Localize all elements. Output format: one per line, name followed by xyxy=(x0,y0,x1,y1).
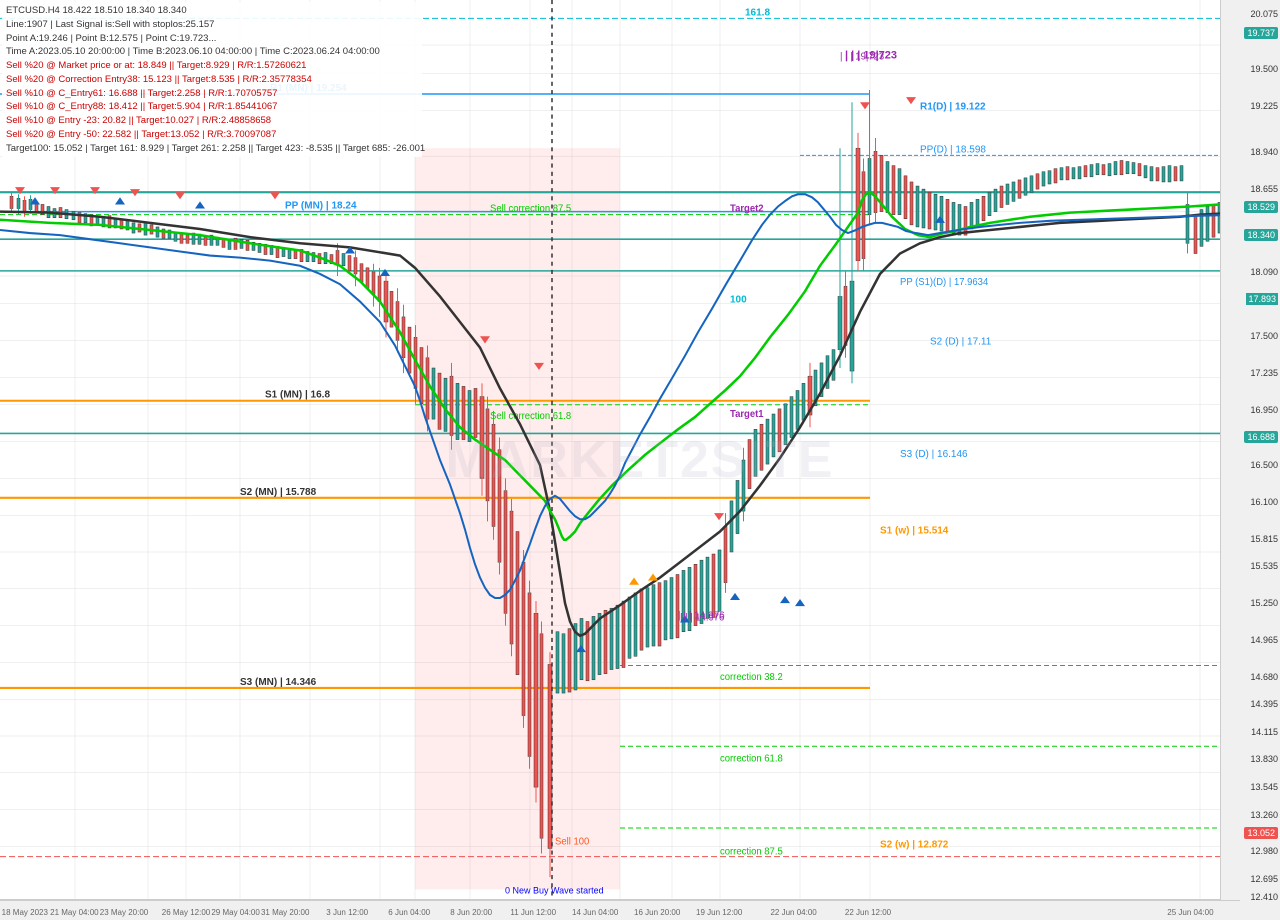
time-label-16: 25 Jun 04:00 xyxy=(1167,908,1213,917)
sell-line2: Sell %20 @ Correction Entry38: 15.123 ||… xyxy=(6,73,418,87)
price-19500: 19.500 xyxy=(1250,64,1278,74)
price-12410: 12.410 xyxy=(1250,892,1278,902)
price-14680: 14.680 xyxy=(1250,672,1278,682)
price-16688: 16.688 xyxy=(1244,432,1278,442)
sell-line4: Sell %10 @ C_Entry88: 18.412 || Target:5… xyxy=(6,100,418,114)
sell-line1: Sell %20 @ Market price or at: 18.849 ||… xyxy=(6,59,418,73)
info-panel: ETCUSD.H4 18.422 18.510 18.340 18.340 Li… xyxy=(2,2,422,157)
target-line: Target100: 15.052 | Target 161: 8.929 | … xyxy=(6,142,418,156)
price-17893: 17.893 xyxy=(1246,294,1278,304)
svg-text:S2 (MN) | 15.788: S2 (MN) | 15.788 xyxy=(240,487,317,498)
price-15535: 15.535 xyxy=(1250,561,1278,571)
price-14395: 14.395 xyxy=(1250,699,1278,709)
svg-text:PP (S1)(D) | 17.9634: PP (S1)(D) | 17.9634 xyxy=(900,277,989,288)
price-17235: 17.235 xyxy=(1250,368,1278,378)
sell-line6: Sell %20 @ Entry -50: 22.582 || Target:1… xyxy=(6,128,418,142)
time-label-4: 26 May 12:00 xyxy=(162,908,210,917)
price-18529: 18.529 xyxy=(1244,202,1278,212)
time-line: Time A:2023.05.10 20:00:00 | Time B:2023… xyxy=(6,45,418,59)
price-19225: 19.225 xyxy=(1250,101,1278,111)
symbol-line: ETCUSD.H4 18.422 18.510 18.340 18.340 xyxy=(6,4,418,18)
price-13260: 13.260 xyxy=(1250,810,1278,820)
price-16500: 16.500 xyxy=(1250,460,1278,470)
price-15250: 15.250 xyxy=(1250,598,1278,608)
svg-text:Target2: Target2 xyxy=(730,204,764,215)
svg-text:R1(D) | 19.122: R1(D) | 19.122 xyxy=(920,101,986,112)
svg-text:0 New Buy Wave started: 0 New Buy Wave started xyxy=(505,885,604,895)
signal-line: Line:1907 | Last Signal is:Sell with sto… xyxy=(6,18,418,32)
price-13052: 13.052 xyxy=(1244,828,1278,838)
price-12980: 12.980 xyxy=(1250,846,1278,856)
time-label-15: 22 Jun 12:00 xyxy=(845,908,891,917)
price-18340: 18.340 xyxy=(1244,230,1278,240)
time-label-9: 8 Jun 20:00 xyxy=(450,908,492,917)
time-axis: 18 May 2023 21 May 04:00 23 May 20:00 26… xyxy=(0,900,1240,920)
price-18090: 18.090 xyxy=(1250,267,1278,277)
svg-text:S1 (MN) | 16.8: S1 (MN) | 16.8 xyxy=(265,390,330,401)
svg-text:| | | 19|723: | | | 19|723 xyxy=(845,49,897,61)
time-label-14: 22 Jun 04:00 xyxy=(770,908,816,917)
price-13545: 13.545 xyxy=(1250,782,1278,792)
price-axis: 20.075 19.737 19.500 19.225 18.940 18.65… xyxy=(1220,0,1280,920)
price-18655: 18.655 xyxy=(1250,184,1278,194)
time-label-3: 23 May 20:00 xyxy=(100,908,148,917)
points-line: Point A:19.246 | Point B:12.575 | Point … xyxy=(6,32,418,46)
time-label-6: 31 May 20:00 xyxy=(261,908,309,917)
svg-text:correction 61.8: correction 61.8 xyxy=(720,753,783,764)
price-18940: 18.940 xyxy=(1250,147,1278,157)
time-label-13: 19 Jun 12:00 xyxy=(696,908,742,917)
svg-text:correction 87.5: correction 87.5 xyxy=(720,846,783,857)
svg-text:PP (MN) | 18.24: PP (MN) | 18.24 xyxy=(285,200,357,211)
time-label-5: 29 May 04:00 xyxy=(211,908,259,917)
time-label-12: 16 Jun 20:00 xyxy=(634,908,680,917)
price-14115: 14.115 xyxy=(1251,727,1278,737)
price-14965: 14.965 xyxy=(1250,635,1278,645)
price-16950: 16.950 xyxy=(1250,405,1278,415)
svg-text:161.8: 161.8 xyxy=(745,7,770,18)
svg-text:Sell 100: Sell 100 xyxy=(555,836,589,847)
price-15815: 15.815 xyxy=(1250,534,1278,544)
price-17500: 17.500 xyxy=(1250,331,1278,341)
svg-text:S2 (w) | 12.872: S2 (w) | 12.872 xyxy=(880,839,949,850)
price-19737: 19.737 xyxy=(1244,28,1278,38)
svg-text:correction 38.2: correction 38.2 xyxy=(720,672,783,683)
time-label-8: 6 Jun 04:00 xyxy=(388,908,430,917)
price-12695: 12.695 xyxy=(1250,874,1278,884)
svg-text:Target1: Target1 xyxy=(730,409,764,420)
chart-container: MARKET2SITE xyxy=(0,0,1280,920)
svg-text:Sell correction 87.5: Sell correction 87.5 xyxy=(490,204,571,215)
svg-text:| | | 14.976: | | | 14.976 xyxy=(678,610,725,621)
time-label-10: 11 Jun 12:00 xyxy=(510,908,556,917)
svg-text:Sell correction 61.8: Sell correction 61.8 xyxy=(490,411,571,422)
svg-text:S2 (D) | 17.11: S2 (D) | 17.11 xyxy=(930,336,992,347)
price-16100: 16.100 xyxy=(1250,497,1278,507)
svg-text:PP(D) | 18.598: PP(D) | 18.598 xyxy=(920,144,986,155)
svg-text:S1 (w) | 15.514: S1 (w) | 15.514 xyxy=(880,526,949,537)
svg-text:100: 100 xyxy=(730,294,747,305)
svg-text:S3 (MN) | 14.346: S3 (MN) | 14.346 xyxy=(240,677,317,688)
time-label-2: 21 May 04:00 xyxy=(50,908,98,917)
sell-line5: Sell %10 @ Entry -23: 20.82 || Target:10… xyxy=(6,114,418,128)
sell-line3: Sell %10 @ C_Entry61: 16.688 || Target:2… xyxy=(6,87,418,101)
time-label-7: 3 Jun 12:00 xyxy=(326,908,368,917)
svg-text:S3 (D) | 16.146: S3 (D) | 16.146 xyxy=(900,449,968,460)
price-13830: 13.830 xyxy=(1250,754,1278,764)
price-20075: 20.075 xyxy=(1250,9,1278,19)
time-label-1: 18 May 2023 xyxy=(2,908,48,917)
time-label-11: 14 Jun 04:00 xyxy=(572,908,618,917)
